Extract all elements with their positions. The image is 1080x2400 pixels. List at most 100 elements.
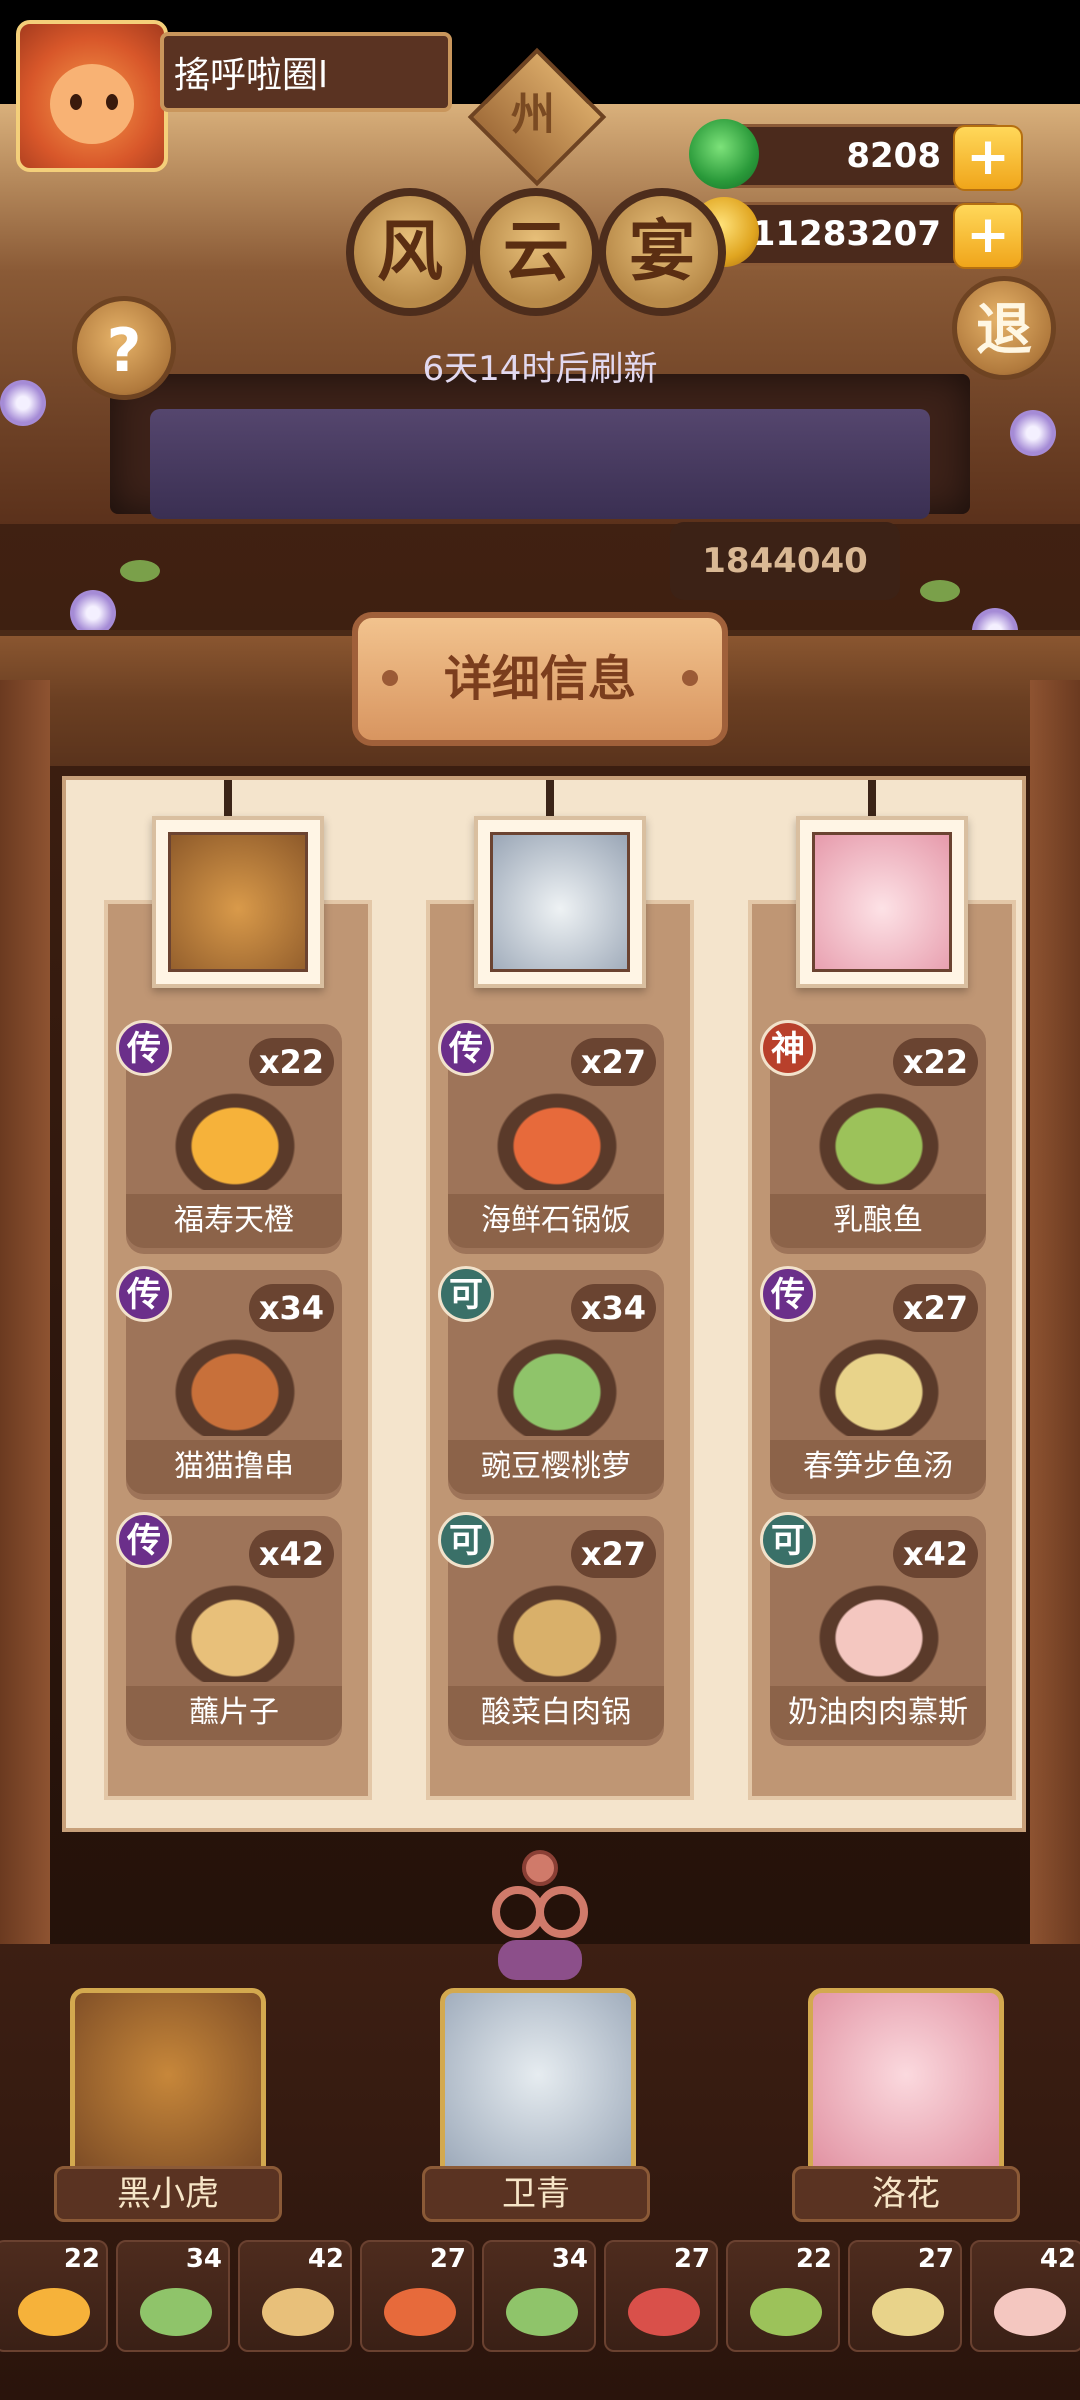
add-jade-button[interactable]: + <box>953 125 1023 191</box>
dish-card[interactable]: 传 x34 猫猫撸串 <box>116 1266 342 1500</box>
dish-slot-icon <box>140 2288 212 2336</box>
dish-slot-icon <box>750 2288 822 2336</box>
dish-slot-count: 22 <box>795 2244 832 2274</box>
dish-quantity: x42 <box>248 1530 334 1578</box>
dish-card[interactable]: 传 x27 海鲜石锅饭 <box>438 1020 664 1254</box>
flower-icon <box>0 380 46 426</box>
dish-slot-count: 34 <box>185 2244 222 2274</box>
dish-icon <box>482 1326 632 1436</box>
event-score: 1844040 <box>670 522 900 600</box>
dish-card[interactable]: 神 x22 乳酿鱼 <box>760 1020 986 1254</box>
character-card-heixiaohu[interactable] <box>70 1988 266 2180</box>
dish-slot-count: 34 <box>551 2244 588 2274</box>
avatar-eye <box>70 94 82 110</box>
dish-slot[interactable]: 34 <box>116 2240 230 2352</box>
dish-quantity: x27 <box>570 1530 656 1578</box>
flower-icon <box>1010 410 1056 456</box>
leaf-icon <box>120 560 160 582</box>
dish-name: 春笋步鱼汤 <box>770 1440 986 1494</box>
dish-icon <box>804 1326 954 1436</box>
dish-slot[interactable]: 27 <box>360 2240 474 2352</box>
player-name: 搖呼啦圈l <box>160 32 452 112</box>
jade-amount: 8208 <box>846 136 941 176</box>
dish-slot-count: 27 <box>673 2244 710 2274</box>
dish-slot-count: 22 <box>63 2244 100 2274</box>
dish-name: 福寿天橙 <box>126 1194 342 1248</box>
dish-card[interactable]: 可 x42 奶油肉肉慕斯 <box>760 1512 986 1746</box>
dish-slot-icon <box>18 2288 90 2336</box>
jade-icon <box>689 119 759 189</box>
dish-card[interactable]: 传 x27 春笋步鱼汤 <box>760 1266 986 1500</box>
dish-slot-icon <box>384 2288 456 2336</box>
dish-quantity: x34 <box>248 1284 334 1332</box>
dish-slot-icon <box>506 2288 578 2336</box>
dish-grade-badge: 可 <box>438 1266 494 1322</box>
character-card-weiqing[interactable] <box>440 1988 636 2180</box>
dish-slot-icon <box>628 2288 700 2336</box>
coin-amount: 11283207 <box>751 214 941 254</box>
dish-quantity: x27 <box>892 1284 978 1332</box>
dish-slot-count: 42 <box>307 2244 344 2274</box>
dish-card[interactable]: 传 x22 福寿天橙 <box>116 1020 342 1254</box>
dish-quantity: x27 <box>570 1038 656 1086</box>
event-title-char-2: 云 <box>472 188 600 316</box>
dish-name: 乳酿鱼 <box>770 1194 986 1248</box>
leaf-icon <box>920 580 960 602</box>
character-name-3: 洛花 <box>792 2166 1020 2222</box>
dish-icon <box>804 1572 954 1682</box>
character-name-1: 黑小虎 <box>54 2166 282 2222</box>
chef-portrait[interactable] <box>796 816 968 988</box>
frame-post-left <box>0 680 50 1960</box>
panel-title: 详细信息 <box>352 612 728 746</box>
dish-card[interactable]: 传 x42 蘸片子 <box>116 1512 342 1746</box>
hanging-string <box>546 780 554 820</box>
dish-grade-badge: 可 <box>760 1512 816 1568</box>
character-card-luohua[interactable] <box>808 1988 1004 2180</box>
dish-name: 豌豆樱桃萝 <box>448 1440 664 1494</box>
dish-grade-badge: 神 <box>760 1020 816 1076</box>
dish-quantity: x22 <box>892 1038 978 1086</box>
hanging-string <box>224 780 232 820</box>
dish-name: 海鲜石锅饭 <box>448 1194 664 1248</box>
dish-slot[interactable]: 27 <box>848 2240 962 2352</box>
dish-slot-icon <box>872 2288 944 2336</box>
dish-card[interactable]: 可 x34 豌豆樱桃萝 <box>438 1266 664 1500</box>
chef-portrait[interactable] <box>474 816 646 988</box>
add-coins-button[interactable]: + <box>953 203 1023 269</box>
dish-quantity: x42 <box>892 1530 978 1578</box>
dish-card[interactable]: 可 x27 酸菜白肉锅 <box>438 1512 664 1746</box>
dish-icon <box>804 1080 954 1190</box>
player-avatar[interactable] <box>16 20 168 172</box>
chinese-knot-icon <box>492 1850 588 1980</box>
exit-button[interactable]: 退 <box>952 276 1056 380</box>
dish-slot-count: 27 <box>917 2244 954 2274</box>
dish-slot[interactable]: 34 <box>482 2240 596 2352</box>
dish-grade-badge: 传 <box>438 1020 494 1076</box>
dish-quantity: x34 <box>570 1284 656 1332</box>
dish-slot[interactable]: 22 <box>0 2240 108 2352</box>
dish-icon <box>160 1080 310 1190</box>
dish-grade-badge: 传 <box>116 1266 172 1322</box>
jade-counter: 8208 + <box>689 119 1023 191</box>
event-banner <box>150 409 930 519</box>
coin-counter: 11283207 + <box>689 197 1023 269</box>
dish-icon <box>160 1326 310 1436</box>
character-name-2: 卫青 <box>422 2166 650 2222</box>
dish-slot[interactable]: 27 <box>604 2240 718 2352</box>
refresh-countdown: 6天14时后刷新 <box>422 349 658 389</box>
help-button[interactable]: ? <box>72 296 176 400</box>
event-title-char-1: 风 <box>346 188 474 316</box>
chef-portrait-image <box>490 832 630 972</box>
dish-grade-badge: 可 <box>438 1512 494 1568</box>
dish-slot[interactable]: 22 <box>726 2240 840 2352</box>
dish-slot[interactable]: 42 <box>238 2240 352 2352</box>
avatar-eye <box>106 94 118 110</box>
dish-name: 酸菜白肉锅 <box>448 1686 664 1740</box>
dish-icon <box>482 1572 632 1682</box>
dish-quantity: x22 <box>248 1038 334 1086</box>
chef-portrait-image <box>812 832 952 972</box>
chef-portrait[interactable] <box>152 816 324 988</box>
dish-slot[interactable]: 42 <box>970 2240 1080 2352</box>
dish-grade-badge: 传 <box>116 1512 172 1568</box>
dish-grade-badge: 传 <box>760 1266 816 1322</box>
